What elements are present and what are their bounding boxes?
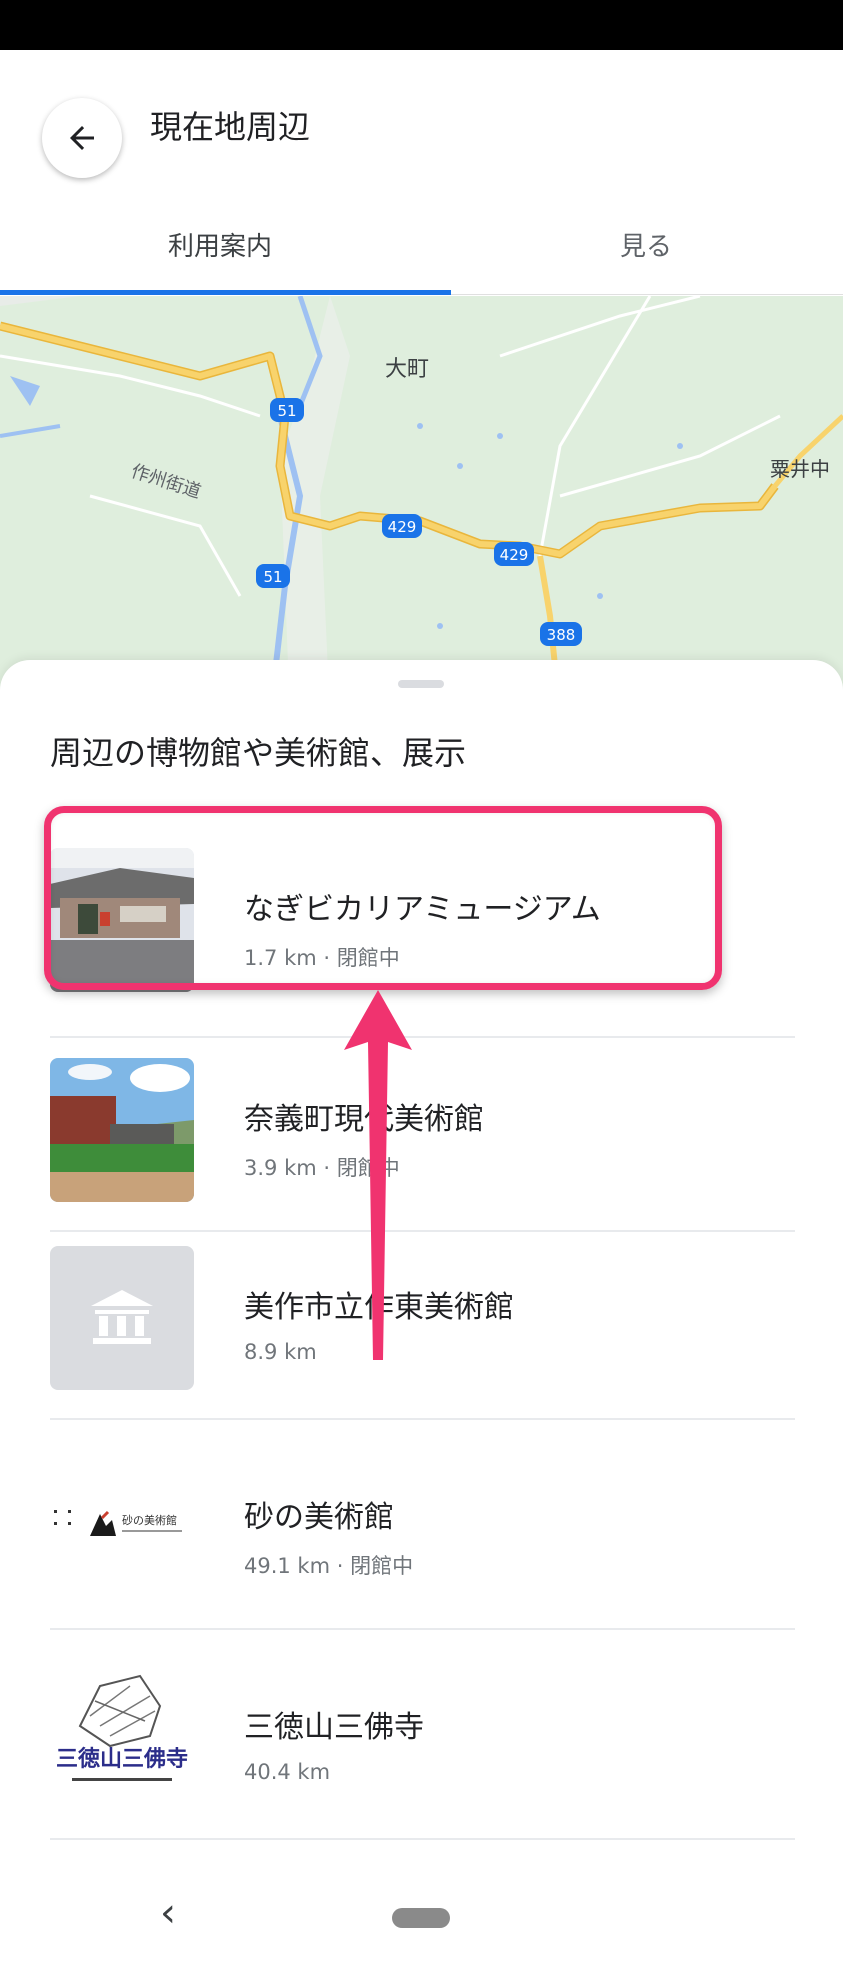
thumbnail-nagi-moca bbox=[50, 1058, 194, 1202]
item-meta: 40.4 km bbox=[244, 1760, 331, 1784]
header: 現在地周辺 利用案内 見る bbox=[0, 50, 843, 300]
list-item-sand-museum[interactable]: 砂の美術館 砂の美術館 49.1 km · 閉館中 bbox=[50, 1456, 795, 1630]
item-divider bbox=[50, 1838, 795, 1840]
item-meta: 8.9 km bbox=[244, 1340, 317, 1364]
thumbnail-mitokusan: 三徳山三佛寺 bbox=[50, 1666, 194, 1810]
page-title: 現在地周辺 bbox=[150, 108, 311, 146]
back-button[interactable] bbox=[42, 98, 122, 178]
thumbnail-nagi-vicaria bbox=[50, 848, 194, 992]
temple-logo-text: 三徳山三佛寺 bbox=[56, 1746, 188, 1772]
drag-handle[interactable] bbox=[398, 680, 444, 688]
item-meta: 3.9 km · 閉館中 bbox=[244, 1156, 400, 1180]
route-marker-429-a: 429 bbox=[382, 514, 422, 538]
item-name: 砂の美術館 bbox=[244, 1500, 394, 1535]
svg-text:429: 429 bbox=[500, 546, 529, 564]
item-meta: 1.7 km · 閉館中 bbox=[244, 946, 400, 970]
svg-text:51: 51 bbox=[263, 568, 282, 586]
route-marker-429-b: 429 bbox=[494, 542, 534, 566]
list-item-mimasaka-sakuto[interactable]: 美作市立作東美術館 8.9 km bbox=[50, 1246, 795, 1420]
sand-museum-logo-text: 砂の美術館 bbox=[122, 1513, 177, 1527]
svg-text:51: 51 bbox=[277, 402, 296, 420]
list-item-nagi-moca[interactable]: 奈義町現代美術館 3.9 km · 閉館中 bbox=[50, 1058, 795, 1232]
item-divider bbox=[50, 1418, 795, 1420]
item-name: なぎビカリアミュージアム bbox=[244, 892, 601, 927]
tab-indicator bbox=[0, 290, 451, 295]
map-label-place: 粟井中 bbox=[770, 457, 830, 481]
arrow-back-icon bbox=[70, 126, 94, 150]
item-divider bbox=[50, 1036, 795, 1038]
results-sheet: 周辺の博物館や美術館、展示 なぎビカリアミュージアム 1.7 km · 閉館中 bbox=[0, 660, 843, 1967]
item-divider bbox=[50, 1628, 795, 1630]
item-name: 美作市立作東美術館 bbox=[244, 1290, 514, 1325]
chevron-left-icon[interactable]: ‹ bbox=[160, 1890, 176, 1936]
route-marker-51-bottom: 51 bbox=[256, 564, 290, 588]
route-marker-388: 388 bbox=[540, 622, 582, 646]
system-nav-bar: ‹ bbox=[0, 1860, 843, 1967]
tab-info[interactable]: 利用案内 bbox=[168, 226, 272, 263]
home-pill-icon[interactable] bbox=[392, 1908, 450, 1928]
sheet-title: 周辺の博物館や美術館、展示 bbox=[50, 734, 467, 772]
map[interactable]: 大町 作州街道 粟井中 51 429 429 51 388 bbox=[0, 296, 843, 716]
item-divider bbox=[50, 1230, 795, 1232]
status-bar bbox=[0, 0, 843, 50]
map-label-town: 大町 bbox=[385, 357, 429, 382]
list-item-nagi-vicaria[interactable]: なぎビカリアミュージアム 1.7 km · 閉館中 bbox=[50, 848, 795, 1038]
item-meta: 49.1 km · 閉館中 bbox=[244, 1554, 414, 1578]
thumbnail-sand-museum: 砂の美術館 bbox=[50, 1456, 194, 1600]
item-name: 三徳山三佛寺 bbox=[244, 1710, 424, 1745]
list-item-mitokusan[interactable]: 三徳山三佛寺 三徳山三佛寺 40.4 km bbox=[50, 1666, 795, 1840]
svg-text:429: 429 bbox=[388, 518, 417, 536]
svg-text:388: 388 bbox=[547, 626, 576, 644]
route-marker-51-top: 51 bbox=[270, 398, 304, 422]
tab-see[interactable]: 見る bbox=[620, 226, 672, 263]
thumbnail-placeholder bbox=[50, 1246, 194, 1390]
museum-icon bbox=[91, 1290, 153, 1344]
item-name: 奈義町現代美術館 bbox=[244, 1102, 484, 1137]
